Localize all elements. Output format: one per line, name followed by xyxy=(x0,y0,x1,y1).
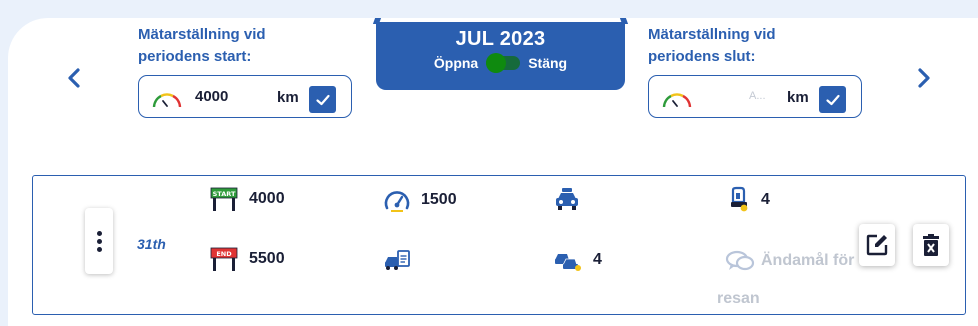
start-odometer-value: 4000 xyxy=(249,190,285,207)
trash-icon xyxy=(923,234,939,256)
row-menu-button[interactable] xyxy=(85,208,113,274)
car-front-cell xyxy=(553,186,581,212)
edit-icon xyxy=(866,234,888,256)
end-reading-input[interactable]: A... xyxy=(749,90,766,102)
confirm-end-reading-button[interactable] xyxy=(819,86,846,113)
period-open-close-toggle[interactable] xyxy=(486,53,521,73)
chevron-left-icon xyxy=(68,68,80,88)
distance-cell: 1500 xyxy=(383,186,457,214)
start-reading-label-line2: periodens start: xyxy=(138,48,252,65)
end-reading-label-line1: Mätarställning vid xyxy=(648,26,776,43)
trip-row: 31th START 4000 END 5500 1500 4 4 Ändamå… xyxy=(32,175,966,315)
kebab-dot xyxy=(96,238,102,244)
svg-text:START: START xyxy=(213,190,236,198)
end-odometer-value: 5500 xyxy=(249,250,285,267)
kebab-dot xyxy=(96,230,102,236)
start-reading-value[interactable]: 4000 xyxy=(195,88,228,105)
end-reading-label-line2: periodens slut: xyxy=(648,48,756,65)
end-sign-icon: END xyxy=(210,247,238,271)
speedometer-icon xyxy=(152,93,182,108)
cars-value: 4 xyxy=(593,251,602,268)
open-label: Öppna xyxy=(433,55,479,71)
start-reading-label-line1: Mätarställning vid xyxy=(138,26,266,43)
end-odometer-cell: END 5500 xyxy=(209,246,285,272)
start-odometer-cell: START 4000 xyxy=(209,186,285,212)
chat-bubbles-icon xyxy=(725,250,755,270)
checkmark-icon xyxy=(315,94,330,105)
end-reading-label: Mätarställning vid periodens slut: xyxy=(648,24,776,68)
distance-value: 1500 xyxy=(421,191,457,208)
checkmark-icon xyxy=(825,94,840,105)
cars-cell: 4 xyxy=(553,248,602,272)
next-period-button[interactable] xyxy=(914,64,934,92)
period-card: JUL 2023 Öppna Stäng xyxy=(372,18,629,90)
svg-text:END: END xyxy=(216,250,232,258)
period-title: JUL 2023 xyxy=(455,28,546,50)
start-reading-label: Mätarställning vid periodens start: xyxy=(138,24,266,68)
confirm-start-reading-button[interactable] xyxy=(309,86,336,113)
edit-trip-button[interactable] xyxy=(859,224,895,266)
speedometer-dashboard-icon xyxy=(384,191,410,212)
previous-period-button[interactable] xyxy=(64,64,84,92)
car-document-cell xyxy=(383,248,411,272)
end-reading-unit: km xyxy=(787,89,809,106)
end-reading-field[interactable]: A... km xyxy=(648,75,862,118)
car-front-icon xyxy=(556,188,578,210)
chevron-right-icon xyxy=(918,68,930,88)
passengers-value: 4 xyxy=(761,191,770,208)
close-label: Stäng xyxy=(528,55,568,71)
start-reading-unit: km xyxy=(277,89,299,106)
passengers-cell: 4 xyxy=(727,186,770,214)
start-reading-field[interactable]: 4000 km xyxy=(138,75,352,118)
seat-passenger-icon xyxy=(731,186,748,212)
start-sign-icon: START xyxy=(210,187,238,211)
speedometer-icon xyxy=(662,93,692,108)
car-document-icon xyxy=(385,250,410,270)
purpose-field[interactable]: Ändamål för resan xyxy=(717,242,877,318)
delete-trip-button[interactable] xyxy=(913,224,949,266)
trip-day: 31th xyxy=(137,236,166,252)
cars-icon xyxy=(555,254,581,271)
kebab-dot xyxy=(96,246,102,252)
